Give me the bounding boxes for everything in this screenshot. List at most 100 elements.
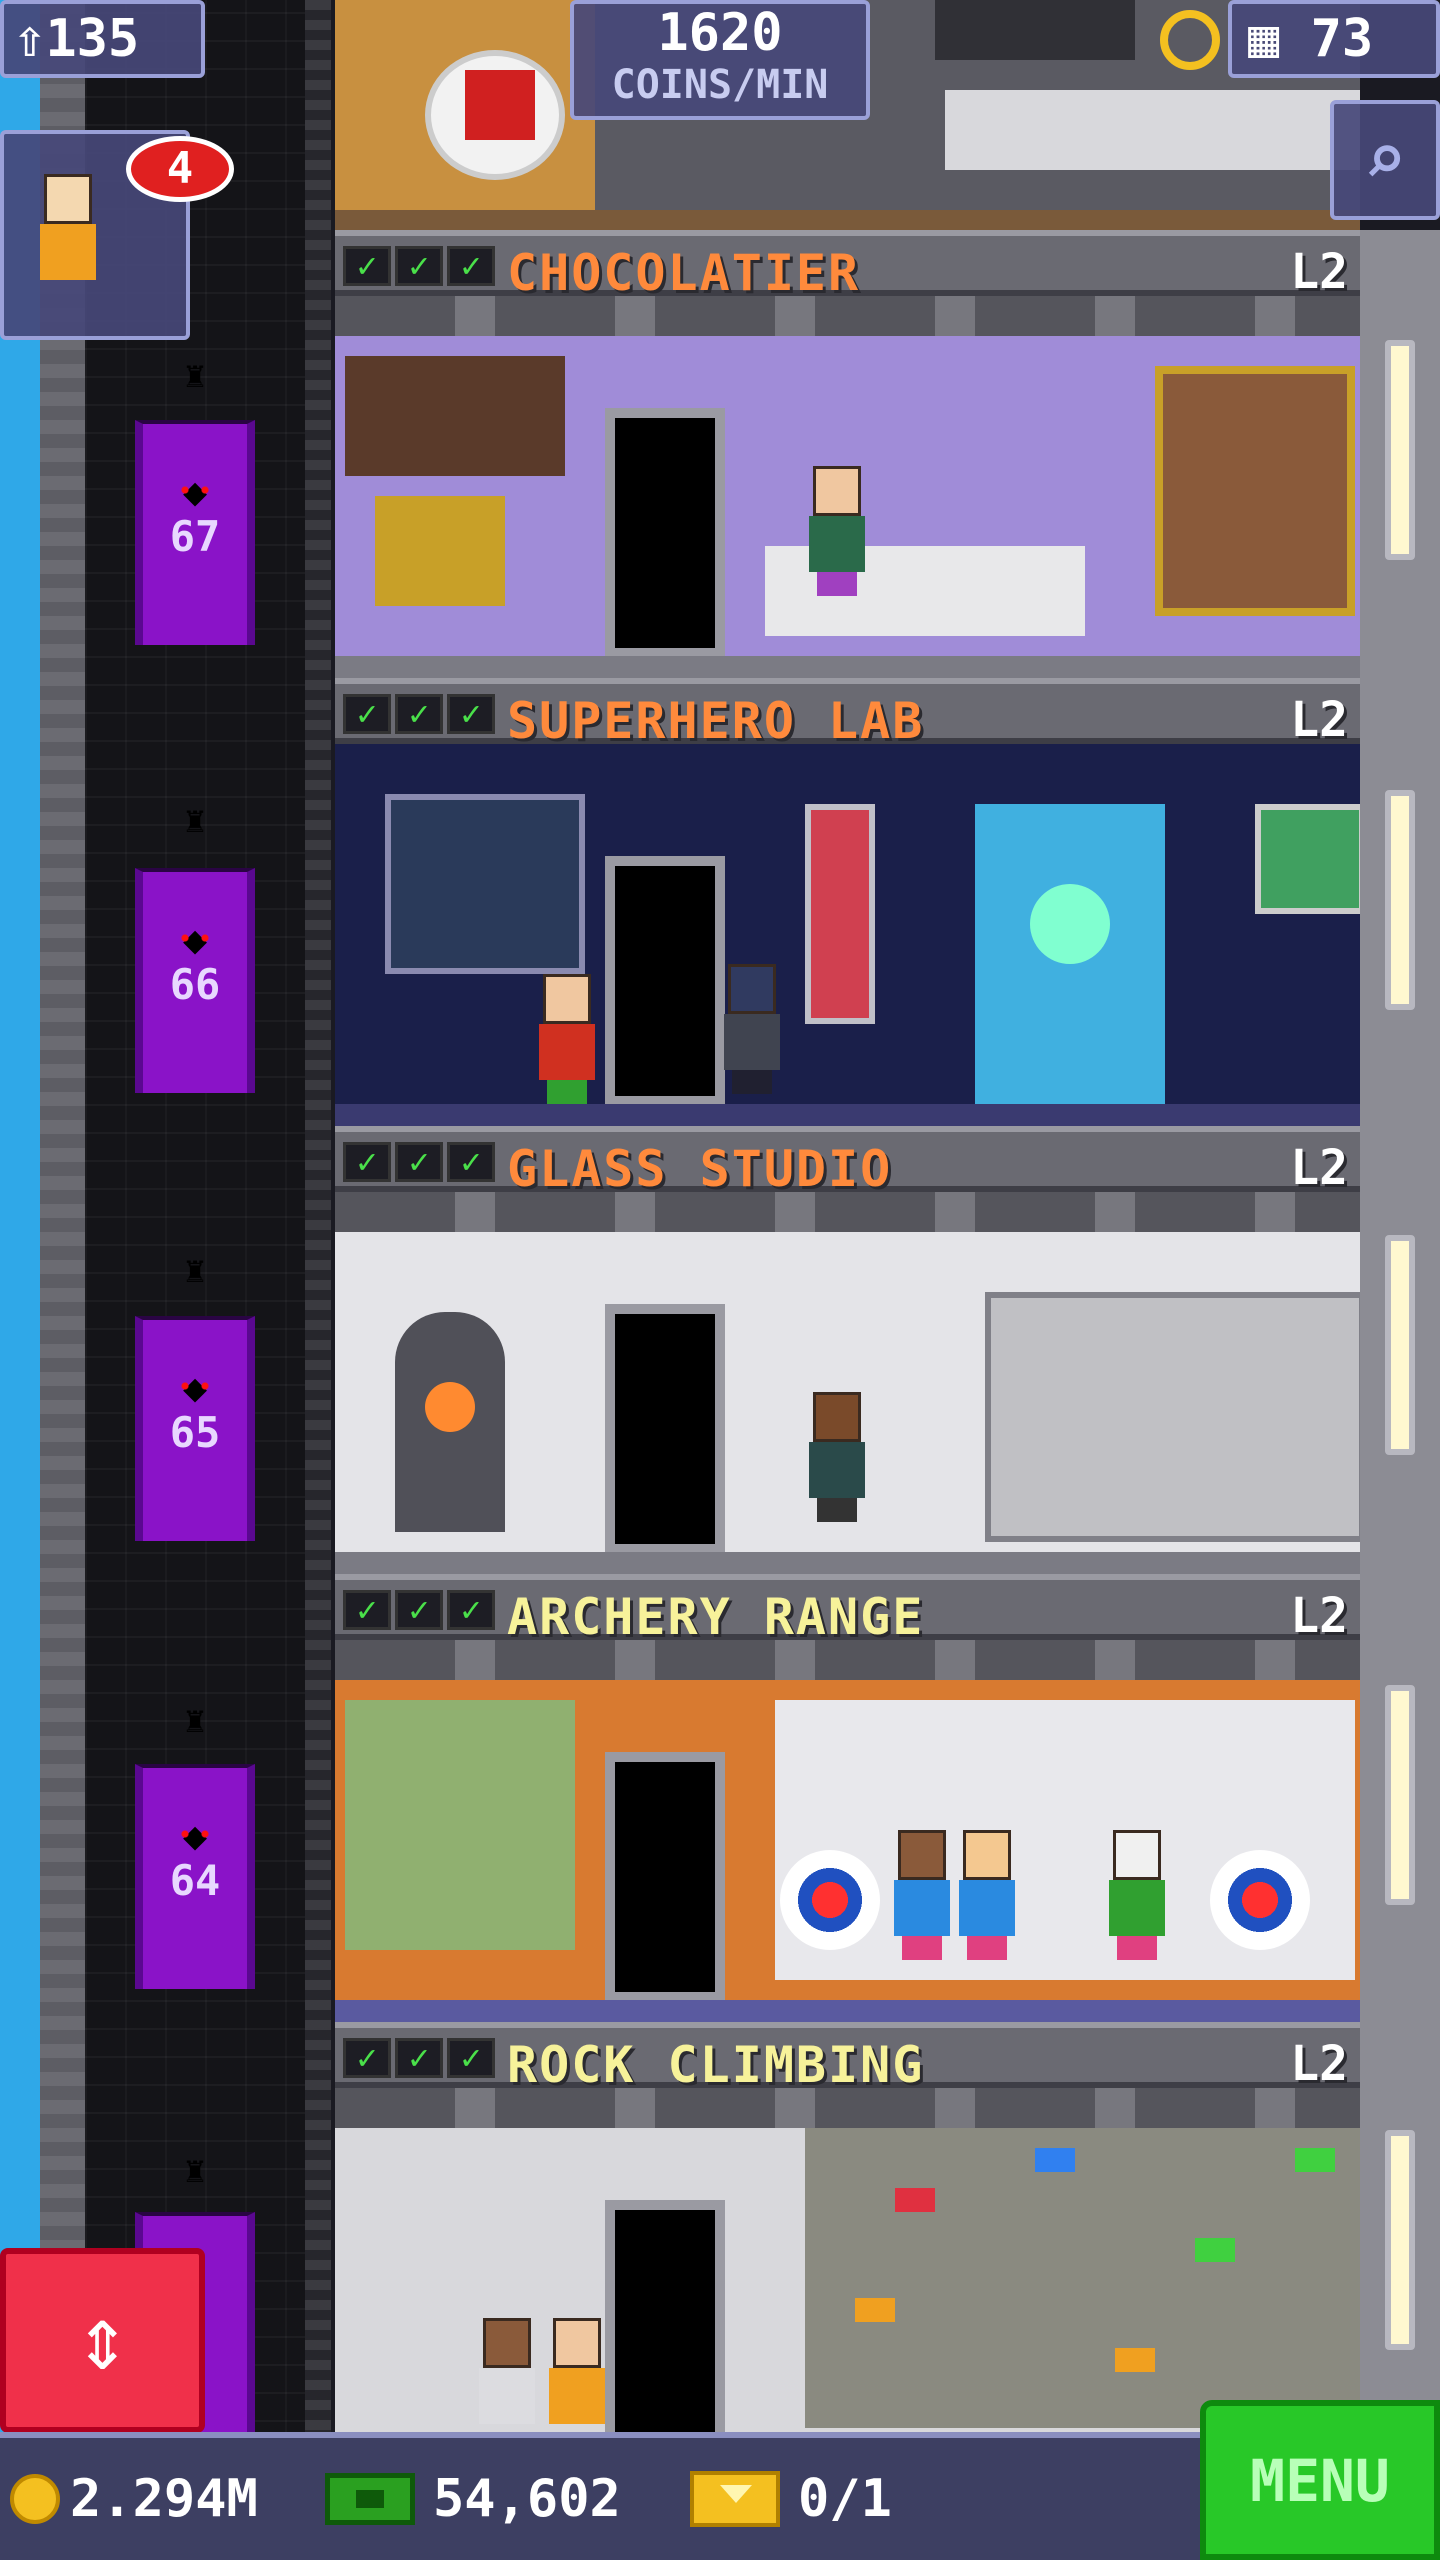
avatar-body bbox=[894, 1880, 950, 1936]
glass-shelves bbox=[985, 1292, 1360, 1542]
archer-avatar[interactable] bbox=[1105, 1830, 1169, 1960]
room-door bbox=[605, 856, 725, 1106]
avatar-head bbox=[898, 1830, 946, 1880]
bux-display[interactable]: 54,602 bbox=[325, 2438, 621, 2560]
building-icon: ▦ bbox=[1248, 9, 1280, 69]
avatar-head bbox=[813, 1392, 861, 1442]
shaft-marker-icon: ♜ bbox=[184, 355, 206, 396]
room-door bbox=[605, 408, 725, 658]
climbing-hold bbox=[895, 2188, 935, 2212]
check-icon: ✓ bbox=[447, 246, 495, 286]
avatar-body bbox=[40, 224, 96, 280]
shaft-marker-icon: ♜ bbox=[184, 800, 206, 841]
archer-avatar[interactable] bbox=[955, 1830, 1019, 1960]
check-icon: ✓ bbox=[395, 694, 443, 734]
bux-value: 54,602 bbox=[433, 2469, 621, 2529]
visitor-notification[interactable]: 4 bbox=[0, 130, 234, 340]
coins-per-minute-label: COINS/MIN bbox=[611, 62, 829, 108]
floor-superhero-lab[interactable]: ✓ ✓ ✓ SUPERHERO LAB L2 bbox=[335, 678, 1360, 1126]
floor-stock-checks: ✓ ✓ ✓ bbox=[343, 246, 495, 286]
floor-strip bbox=[335, 210, 1360, 230]
room-interior bbox=[335, 296, 1360, 678]
floor-stock-checks: ✓ ✓ ✓ bbox=[343, 1590, 495, 1630]
floor-strip bbox=[335, 656, 1360, 678]
avatar-legs bbox=[967, 1936, 1007, 1960]
bux-icon bbox=[325, 2473, 415, 2525]
check-icon: ✓ bbox=[447, 694, 495, 734]
chocolate-shelf bbox=[345, 356, 565, 476]
hologram-globe bbox=[1030, 884, 1110, 964]
room-door bbox=[605, 1304, 725, 1554]
check-icon: ✓ bbox=[447, 1590, 495, 1630]
room-interior bbox=[335, 2088, 1360, 2432]
floor-strip bbox=[335, 2000, 1360, 2022]
bat-eyes bbox=[181, 934, 209, 942]
population-counter[interactable]: ⇧135 bbox=[0, 0, 205, 78]
office-desk bbox=[945, 90, 1360, 170]
climbing-wall bbox=[805, 2128, 1360, 2428]
avatar-body bbox=[724, 1014, 780, 1070]
climber-avatar[interactable] bbox=[545, 2318, 609, 2432]
shaft-marker-icon: ♜ bbox=[184, 1250, 206, 1291]
check-icon: ✓ bbox=[343, 694, 391, 734]
elevator-floor-67[interactable]: 67 bbox=[135, 420, 255, 645]
coins-display[interactable]: 2.294M bbox=[10, 2438, 258, 2560]
population-value: 135 bbox=[45, 9, 140, 69]
elevator-floor-66[interactable]: 66 bbox=[135, 868, 255, 1093]
chocolate-tank bbox=[1155, 366, 1355, 616]
avatar-body bbox=[539, 1024, 595, 1080]
room-door bbox=[605, 2200, 725, 2432]
floor-banner: ✓ ✓ ✓ SUPERHERO LAB L2 bbox=[335, 678, 1360, 750]
avatar-legs bbox=[817, 1498, 857, 1522]
avatar-head bbox=[728, 964, 776, 1014]
archer-avatar[interactable] bbox=[890, 1830, 954, 1960]
worker-avatar[interactable] bbox=[805, 466, 869, 596]
floor-strip bbox=[335, 1104, 1360, 1126]
bow-rack-wall bbox=[345, 1700, 575, 1950]
search-button[interactable]: ⌕ bbox=[1330, 100, 1440, 220]
avatar-legs bbox=[732, 1070, 772, 1094]
climbing-hold bbox=[1195, 2238, 1235, 2262]
floor-stock-checks: ✓ ✓ ✓ bbox=[343, 2038, 495, 2078]
check-icon: ✓ bbox=[395, 2038, 443, 2078]
hero-display-screen bbox=[385, 794, 585, 974]
floor-name: GLASS STUDIO bbox=[507, 1140, 893, 1198]
floor-archery-range[interactable]: ✓ ✓ ✓ ARCHERY RANGE L2 bbox=[335, 1574, 1360, 2022]
avatar-head bbox=[1113, 1830, 1161, 1880]
elevator-floor-number: 64 bbox=[169, 1856, 221, 1905]
menu-button[interactable]: MENU bbox=[1200, 2400, 1440, 2560]
ceiling-lights bbox=[335, 296, 1360, 336]
floor-chocolatier[interactable]: ✓ ✓ ✓ CHOCOLATIER L2 bbox=[335, 230, 1360, 678]
floor-rock-climbing[interactable]: ✓ ✓ ✓ ROCK CLIMBING L2 bbox=[335, 2022, 1360, 2432]
climber-avatar[interactable] bbox=[475, 2318, 539, 2432]
robin-avatar[interactable] bbox=[535, 974, 599, 1104]
dna-capsule bbox=[805, 804, 875, 1024]
floor-level: L2 bbox=[1290, 1588, 1348, 1644]
floor-banner: ✓ ✓ ✓ CHOCOLATIER L2 bbox=[335, 230, 1360, 302]
floor-banner: ✓ ✓ ✓ ROCK CLIMBING L2 bbox=[335, 2022, 1360, 2094]
batman-avatar[interactable] bbox=[720, 964, 784, 1094]
avatar-legs bbox=[547, 1080, 587, 1104]
wall-light bbox=[1385, 790, 1415, 1010]
glassblower-avatar[interactable] bbox=[805, 1392, 869, 1522]
elevator-floor-65[interactable]: 65 bbox=[135, 1316, 255, 1541]
wall-frame bbox=[935, 0, 1135, 60]
ceiling-lights bbox=[335, 1192, 1360, 1232]
elevator-rail bbox=[305, 0, 331, 2450]
avatar-head bbox=[963, 1830, 1011, 1880]
floor-stock-checks: ✓ ✓ ✓ bbox=[343, 694, 495, 734]
floor-counter[interactable]: ▦ 73 bbox=[1228, 0, 1440, 78]
ring-icon bbox=[1160, 10, 1220, 70]
tickets-value: 0/1 bbox=[798, 2469, 892, 2529]
elevator-button[interactable]: ⇕ bbox=[0, 2248, 205, 2433]
furnace-fire bbox=[425, 1382, 475, 1432]
tickets-display[interactable]: 0/1 bbox=[690, 2438, 892, 2560]
floor-level: L2 bbox=[1290, 692, 1348, 748]
room-interior bbox=[335, 1192, 1360, 1574]
magnifier-icon: ⌕ bbox=[1363, 117, 1407, 201]
archery-target bbox=[780, 1850, 880, 1950]
floor-glass-studio[interactable]: ✓ ✓ ✓ GLASS STUDIO L2 bbox=[335, 1126, 1360, 1574]
avatar-body bbox=[959, 1880, 1015, 1936]
elevator-floor-64[interactable]: 64 bbox=[135, 1764, 255, 1989]
coins-per-minute-value: 1620 bbox=[657, 3, 783, 63]
